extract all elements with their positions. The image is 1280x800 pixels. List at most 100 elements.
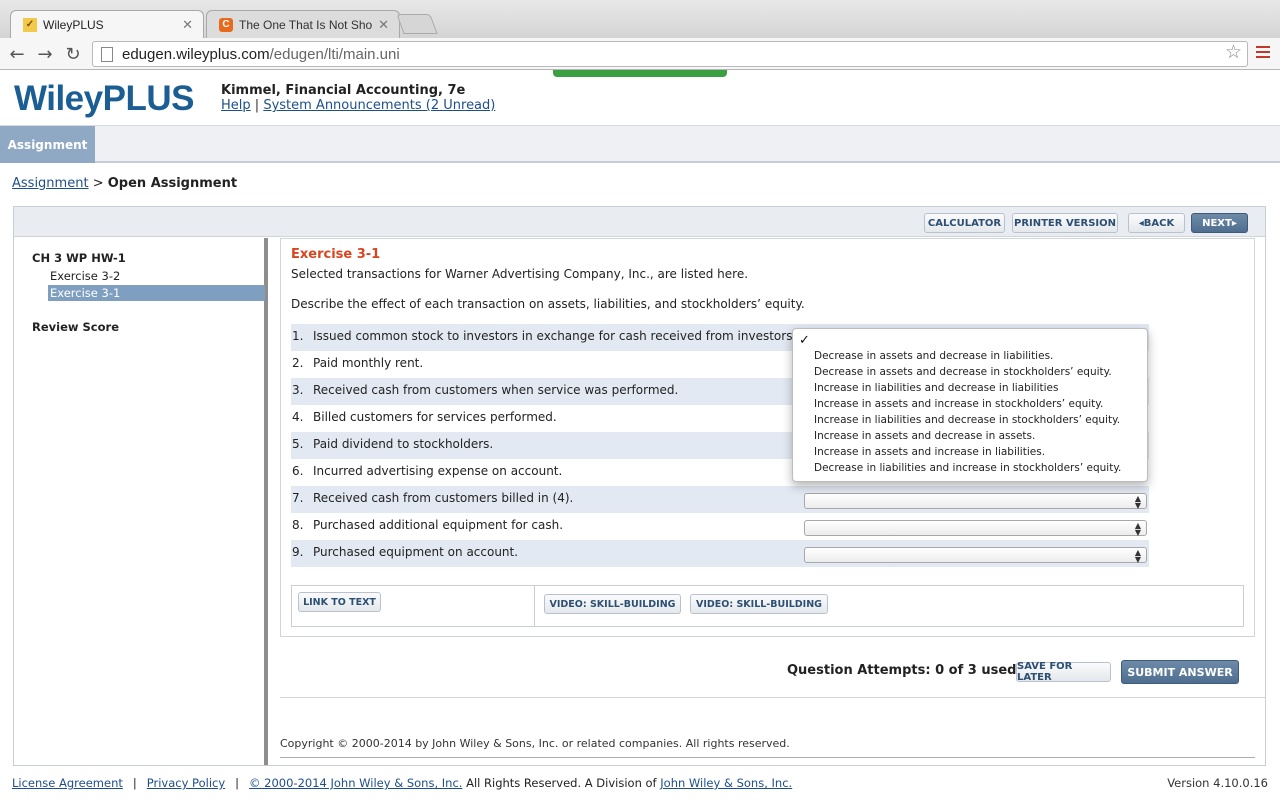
sidebar-item-exercise-3-2[interactable]: Exercise 3-2 xyxy=(48,268,265,284)
sidebar-review-score[interactable]: Review Score xyxy=(32,320,119,334)
question-row: 8. Purchased additional equipment for ca… xyxy=(291,513,1149,540)
back-arrow-icon[interactable]: ← xyxy=(5,42,29,66)
exercise-title: Exercise 3-1 xyxy=(291,247,381,262)
tab-title: WileyPLUS xyxy=(43,17,104,32)
question-number: 7. xyxy=(292,491,304,505)
header-links: Help | System Announcements (2 Unread) xyxy=(221,98,495,113)
wiley-favicon-icon: ✓ xyxy=(23,17,37,32)
browser-tab-wileyplus[interactable]: ✓ WileyPLUS ✕ xyxy=(10,10,204,38)
question-attempts: Question Attempts: 0 of 3 used xyxy=(787,663,1017,678)
privacy-policy-link[interactable]: Privacy Policy xyxy=(147,776,225,790)
question-number: 4. xyxy=(292,410,304,424)
divider xyxy=(534,586,535,626)
rights-text: All Rights Reserved. A Division of xyxy=(462,776,661,790)
page-footer: License Agreement | Privacy Policy | © 2000-… xyxy=(12,776,792,790)
course-title: Kimmel, Financial Accounting, 7e xyxy=(221,83,466,98)
assignment-toolbar: CALCULATOR PRINTER VERSION ◂ BACK NEXT ▸ xyxy=(14,207,1265,237)
breadcrumb-current: Open Assignment xyxy=(107,176,238,191)
chevron-right-icon: ▸ xyxy=(1231,217,1237,229)
question-row: 7. Received cash from customers billed i… xyxy=(291,486,1149,513)
wileyplus-logo[interactable]: WileyPLUS xyxy=(14,79,194,119)
close-tab-icon[interactable]: ✕ xyxy=(182,17,193,33)
checkmark-icon: ✓ xyxy=(799,333,810,348)
answer-select[interactable]: ▲ ▼ xyxy=(804,547,1147,564)
link-separator: | xyxy=(254,98,260,113)
dropdown-option[interactable]: Decrease in liabilities and increase in … xyxy=(814,462,1121,474)
browser-tab-strip: ✓ WileyPLUS ✕ C The One That Is Not Show… xyxy=(0,0,1280,38)
assignment-frame: CALCULATOR PRINTER VERSION ◂ BACK NEXT ▸ C… xyxy=(13,206,1266,766)
sidebar-item-exercise-3-1[interactable]: Exercise 3-1 xyxy=(48,285,265,301)
breadcrumb-assignment-link[interactable]: Assignment xyxy=(12,176,89,191)
question-number: 2. xyxy=(292,356,304,370)
next-button[interactable]: NEXT ▸ xyxy=(1191,213,1248,233)
back-button[interactable]: ◂ BACK xyxy=(1128,213,1185,233)
address-bar[interactable]: edugen.wileyplus.com/edugen/lti/main.uni xyxy=(92,41,1248,67)
question-number: 1. xyxy=(292,329,304,343)
question-text: Purchased additional equipment for cash. xyxy=(313,518,564,532)
bookmark-star-icon[interactable]: ☆ xyxy=(1225,41,1242,63)
exercise-intro: Selected transactions for Warner Adverti… xyxy=(291,267,749,281)
footer-separator: | xyxy=(132,776,137,790)
divider xyxy=(280,757,1255,758)
dropdown-option[interactable]: Decrease in assets and decrease in liabi… xyxy=(814,350,1053,362)
page-icon xyxy=(101,46,113,62)
question-number: 8. xyxy=(292,518,304,532)
url-host: edugen.wileyplus.com xyxy=(122,45,270,63)
question-number: 3. xyxy=(292,383,304,397)
breadcrumb-separator: > xyxy=(92,176,104,191)
next-button-label: NEXT xyxy=(1202,217,1232,229)
tab-assignment[interactable]: Assignment xyxy=(0,126,95,163)
breadcrumb: Assignment > Open Assignment xyxy=(12,176,237,191)
dropdown-option[interactable]: Increase in assets and increase in liabi… xyxy=(814,446,1045,458)
question-number: 5. xyxy=(292,437,304,451)
copyright-text: Copyright © 2000-2014 by John Wiley & So… xyxy=(280,737,790,750)
announcements-link[interactable]: System Announcements (2 Unread) xyxy=(263,98,495,113)
link-to-text-button[interactable]: LINK TO TEXT xyxy=(298,592,381,612)
sidebar-assignment-title[interactable]: CH 3 WP HW-1 xyxy=(32,251,126,265)
dropdown-option[interactable]: Decrease in assets and decrease in stock… xyxy=(814,366,1112,378)
dropdown-option[interactable]: Increase in assets and decrease in asset… xyxy=(814,430,1035,442)
video-skill-building-button[interactable]: VIDEO: SKILL-BUILDING xyxy=(544,594,681,614)
question-text: Paid dividend to stockholders. xyxy=(313,437,494,451)
select-arrows-icon: ▲ ▼ xyxy=(1134,521,1141,537)
url-path: /edugen/lti/main.uni xyxy=(269,45,400,63)
exercise-instruction: Describe the effect of each transaction … xyxy=(291,297,805,311)
question-number: 9. xyxy=(292,545,304,559)
main-nav: Assignment xyxy=(0,125,1280,163)
notification-bar xyxy=(553,70,727,77)
dropdown-option[interactable]: Increase in assets and increase in stock… xyxy=(814,398,1103,410)
answer-select[interactable]: ▲ ▼ xyxy=(804,493,1147,510)
license-agreement-link[interactable]: License Agreement xyxy=(12,776,123,790)
answer-select[interactable]: ▲ ▼ xyxy=(804,520,1147,537)
answer-dropdown-menu[interactable]: ✓ Decrease in assets and decrease in lia… xyxy=(792,328,1148,482)
wiley-division-link[interactable]: John Wiley & Sons, Inc. xyxy=(660,776,792,790)
menu-icon[interactable] xyxy=(1256,46,1270,61)
question-text: Issued common stock to investors in exch… xyxy=(313,329,797,343)
dropdown-option[interactable]: Increase in liabilities and decrease in … xyxy=(814,382,1058,394)
version-text: Version 4.10.0.16 xyxy=(1167,776,1268,790)
select-arrows-icon: ▲ ▼ xyxy=(1134,494,1141,510)
close-tab-icon[interactable]: ✕ xyxy=(378,17,389,33)
reload-icon[interactable]: ↻ xyxy=(61,42,85,66)
tab-title: The One That Is Not Show xyxy=(239,17,373,32)
question-text: Received cash from customers billed in (… xyxy=(313,491,574,505)
printer-version-button[interactable]: PRINTER VERSION xyxy=(1012,213,1118,233)
question-text: Billed customers for services performed. xyxy=(313,410,557,424)
video-skill-building-button[interactable]: VIDEO: SKILL-BUILDING xyxy=(690,594,828,614)
browser-tab-other[interactable]: C The One That Is Not Show ✕ xyxy=(206,10,400,38)
back-button-label: BACK xyxy=(1143,217,1175,229)
question-text: Paid monthly rent. xyxy=(313,356,424,370)
assignment-sidebar: CH 3 WP HW-1 Exercise 3-2 Exercise 3-1 R… xyxy=(14,238,268,765)
question-number: 6. xyxy=(292,464,304,478)
forward-arrow-icon[interactable]: → xyxy=(33,42,57,66)
question-text: Received cash from customers when servic… xyxy=(313,383,679,397)
calculator-button[interactable]: CALCULATOR xyxy=(924,213,1005,233)
submit-answer-button[interactable]: SUBMIT ANSWER xyxy=(1121,660,1239,684)
dropdown-option[interactable]: Increase in liabilities and decrease in … xyxy=(814,414,1120,426)
help-link[interactable]: Help xyxy=(221,98,251,113)
save-for-later-button[interactable]: SAVE FOR LATER xyxy=(1016,661,1111,683)
new-tab-button[interactable] xyxy=(396,14,438,34)
c-favicon-icon: C xyxy=(219,17,233,32)
select-arrows-icon: ▲ ▼ xyxy=(1134,548,1141,564)
copyright-link[interactable]: © 2000-2014 John Wiley & Sons, Inc. xyxy=(249,776,462,790)
